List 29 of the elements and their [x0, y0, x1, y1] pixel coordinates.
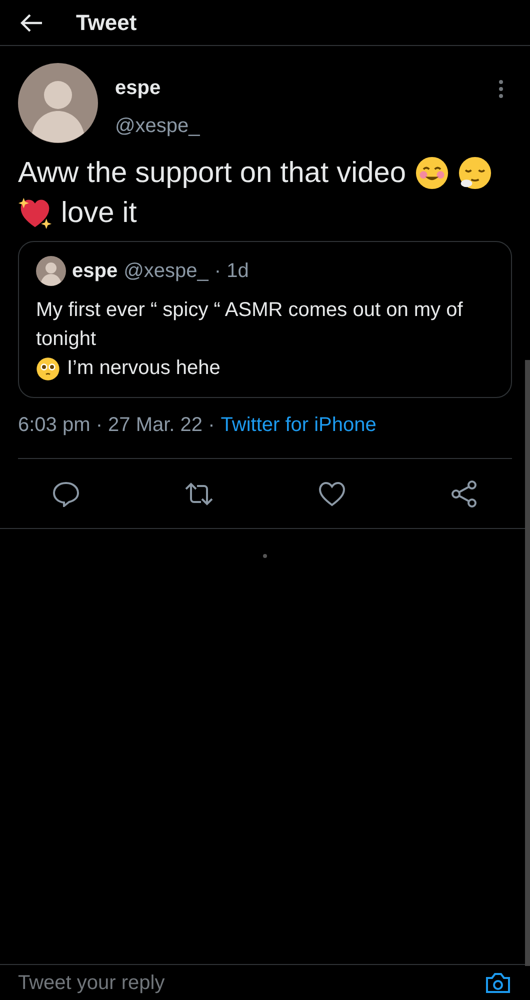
blushing-face-icon — [415, 156, 449, 190]
tweet-timestamp: 6:03 pm · 27 Mar. 22 · — [18, 413, 215, 438]
timestamp: · 1d — [214, 259, 249, 284]
more-options-icon[interactable] — [498, 79, 504, 99]
quoted-tweet-card[interactable]: espe @xespe_ · 1d My first ever “ spicy “ ASMR comes out on my of tonight I’m nervous hehe — [18, 241, 512, 398]
user-name: espe — [72, 259, 118, 284]
tweet-text: love it — [61, 196, 137, 231]
camera-icon[interactable] — [484, 972, 512, 994]
user-handle[interactable]: @xespe_ — [115, 111, 200, 141]
avatar-icon — [18, 63, 98, 143]
quoted-tweet-text: I’m nervous hehe — [67, 356, 220, 381]
user-name[interactable]: espe — [115, 73, 200, 103]
back-arrow-icon[interactable] — [20, 12, 44, 32]
sighing-face-icon — [458, 156, 492, 190]
share-icon[interactable] — [450, 480, 478, 508]
avatar-icon — [36, 256, 66, 286]
reply-icon[interactable] — [52, 480, 80, 506]
source-link[interactable]: Twitter for iPhone — [220, 410, 376, 440]
sparkling-heart-icon — [18, 196, 52, 230]
page-title: Tweet — [76, 9, 137, 37]
pleading-face-icon — [36, 356, 60, 380]
quoted-tweet-text: My first ever “ spicy “ ASMR comes out on my of tonight — [36, 298, 464, 352]
retweet-icon[interactable] — [184, 482, 214, 506]
scrollbar-thumb[interactable] — [525, 360, 530, 966]
reply-input-field[interactable]: Tweet your reply — [18, 968, 484, 998]
heart-icon[interactable] — [318, 480, 346, 506]
user-handle: @xespe_ — [124, 259, 208, 284]
loading-dot-icon — [263, 554, 267, 558]
tweet-text: Aww the support on that video — [18, 156, 406, 191]
